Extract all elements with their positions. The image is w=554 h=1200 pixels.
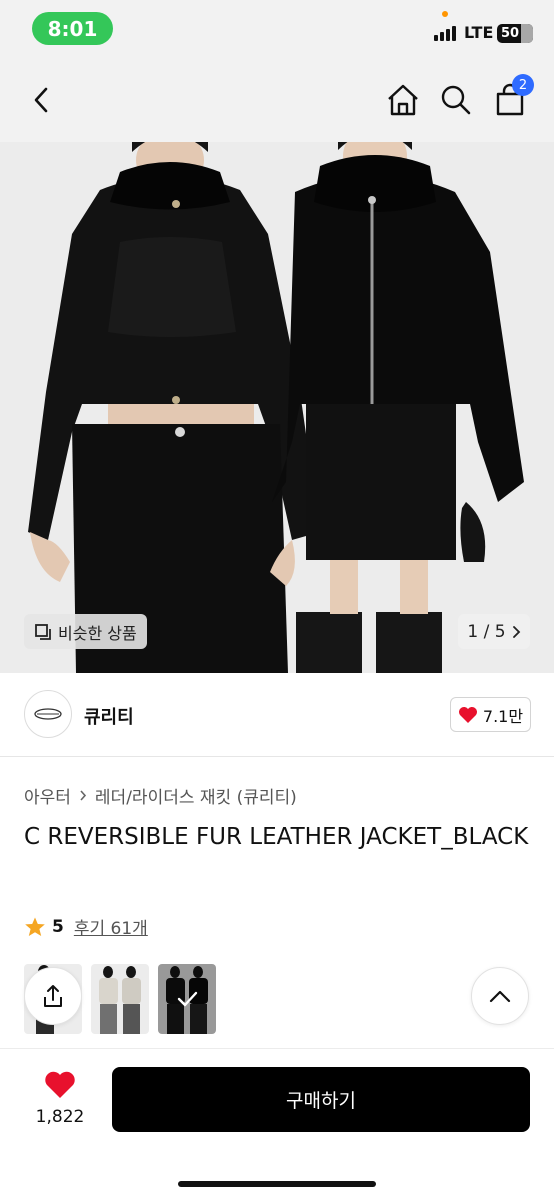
breadcrumb-category[interactable]: 레더/라이더스 재킷 (큐리티) [95,783,297,808]
home-indicator [178,1181,376,1187]
product-photo [0,142,554,673]
search-icon [441,85,471,115]
cart-count-badge: 2 [512,74,534,96]
store-name[interactable]: 큐리티 [84,703,134,729]
heart-icon [45,1071,75,1098]
network-label: LTE [464,23,494,42]
color-option-grey[interactable] [91,964,149,1034]
rating-score: 5 [52,916,64,937]
wishlist-count: 1,822 [35,1107,85,1127]
top-nav: 2 [0,58,554,142]
rating-row: 5 후기 61개 [24,914,148,939]
product-image-carousel[interactable]: 비슷한 상품 1 / 5 [0,142,554,673]
share-icon [44,985,62,1007]
bottom-action-bar: 1,822 구매하기 [0,1048,554,1200]
search-button[interactable] [436,80,476,120]
status-bar: 8:01 LTE 50 [0,0,554,58]
breadcrumb-outer[interactable]: 아우터 [24,783,71,808]
store-row[interactable]: 큐리티 7.1만 [0,673,554,757]
privacy-dot [442,11,448,17]
wishlist-button[interactable]: 1,822 [30,1071,90,1127]
product-title: C REVERSIBLE FUR LEATHER JACKET_BLACK [24,824,529,850]
store-like-count: 7.1만 [482,706,524,726]
store-logo[interactable] [24,690,72,738]
status-time: 8:01 [32,12,113,45]
pager-text: 1 / 5 [467,621,506,642]
buy-button[interactable]: 구매하기 [112,1067,530,1132]
star-icon [25,917,45,936]
similar-products-label: 비슷한 상품 [58,623,137,643]
battery-level: 50 [501,26,520,41]
battery-icon: 50 [497,24,533,43]
color-option-black-selected[interactable] [158,964,216,1034]
home-button[interactable] [383,80,423,120]
store-like-button[interactable]: 7.1만 [450,697,531,732]
chevron-right-icon [80,790,86,801]
chevron-right-icon [512,625,520,638]
similar-products-button[interactable]: 비슷한 상품 [24,614,147,649]
home-icon [388,84,418,116]
share-button[interactable] [24,967,82,1025]
image-pager[interactable]: 1 / 5 [458,614,530,649]
store-logo-icon [34,708,62,720]
signal-icon [434,25,456,41]
cart-button[interactable]: 2 [490,74,534,120]
chevron-up-icon [489,990,511,1003]
heart-icon [458,706,477,723]
back-button[interactable] [22,80,62,120]
review-count-link[interactable]: 후기 61개 [74,914,148,939]
similar-icon [35,623,51,640]
breadcrumb: 아우터 레더/라이더스 재킷 (큐리티) [24,783,297,808]
scroll-top-button[interactable] [471,967,529,1025]
back-icon [34,87,48,113]
